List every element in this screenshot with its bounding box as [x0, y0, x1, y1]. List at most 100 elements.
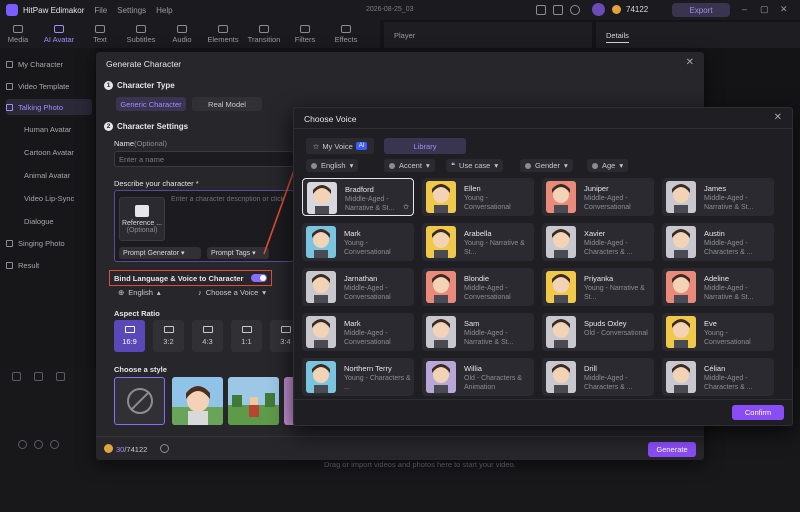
- tab-transition[interactable]: Transition: [246, 20, 282, 48]
- sidebar-item-singing-photo[interactable]: Singing Photo: [6, 235, 92, 251]
- voice-select[interactable]: ♪ Choose a Voice ▾: [198, 288, 266, 297]
- voice-card[interactable]: Célian Middle-Aged - Characters & ...: [662, 358, 774, 396]
- voice-card[interactable]: Priyanka Young - Narrative & St...: [542, 268, 654, 306]
- language-select[interactable]: ⊕ English ▴: [118, 288, 161, 297]
- no-style-icon: [126, 388, 153, 414]
- voice-card[interactable]: Xavier Middle-Aged - Characters & ...: [542, 223, 654, 261]
- monitor-icon[interactable]: [536, 5, 546, 15]
- voice-description: Young - Conversational: [344, 240, 391, 256]
- tab-filters[interactable]: Filters: [287, 20, 323, 48]
- filter-use-case[interactable]: ❝ Use case ▾: [446, 159, 504, 172]
- bind-voice-toggle[interactable]: [251, 274, 267, 282]
- elements-icon: [218, 24, 228, 33]
- refresh-icon[interactable]: [160, 444, 169, 453]
- prompt-generator-button[interactable]: Prompt Generator ▾: [119, 247, 201, 259]
- undo-icon[interactable]: [12, 372, 21, 381]
- confirm-button[interactable]: Confirm: [732, 405, 784, 420]
- favorite-star-icon[interactable]: ✩: [403, 203, 409, 211]
- voice-avatar: [666, 316, 696, 348]
- tab-my-voice[interactable]: ☆ My Voice AI: [306, 138, 374, 154]
- aspect-1-1-button[interactable]: 1:1: [231, 320, 262, 352]
- age-icon: [592, 162, 598, 169]
- generate-button[interactable]: Generate: [648, 442, 696, 457]
- tab-media[interactable]: Media: [0, 20, 36, 48]
- aspect-3-2-button[interactable]: 3:2: [153, 320, 184, 352]
- maximize-icon[interactable]: ▢: [760, 4, 769, 15]
- style-anime-option[interactable]: [172, 377, 223, 425]
- voice-card[interactable]: Ellen Young - Conversational: [422, 178, 534, 216]
- language-value: English: [128, 288, 153, 297]
- sidebar-item-my-character[interactable]: My Character: [6, 56, 92, 72]
- voice-card[interactable]: Spuds Oxley Old - Conversational: [542, 313, 654, 351]
- real-model-button[interactable]: Real Model: [192, 97, 262, 111]
- voice-card[interactable]: Austin Middle-Aged - Characters & ...: [662, 223, 774, 261]
- describe-textarea[interactable]: Reference ... (Optional) Enter a charact…: [114, 190, 294, 262]
- voice-card[interactable]: Mark Young - Conversational: [302, 223, 414, 261]
- tab-audio[interactable]: Audio: [164, 20, 200, 48]
- tab-library[interactable]: Library: [384, 138, 466, 154]
- close-icon[interactable]: ✕: [774, 112, 782, 123]
- details-tab[interactable]: Details: [606, 31, 629, 43]
- user-avatar[interactable]: [592, 3, 605, 16]
- aspect-16-9-button[interactable]: 16:9: [114, 320, 145, 352]
- voice-card[interactable]: Drill Middle-Aged - Characters & ...: [542, 358, 654, 396]
- voice-avatar: [666, 226, 696, 258]
- voice-card[interactable]: Willia Old - Characters & Animation: [422, 358, 534, 396]
- tab-effects[interactable]: Effects: [328, 20, 364, 48]
- voice-card[interactable]: Bradford Middle-Aged - Narrative & St... ✩: [302, 178, 414, 216]
- delete-icon[interactable]: [56, 372, 65, 381]
- sidebar-item-animal-avatar[interactable]: Animal Avatar: [24, 167, 92, 183]
- voice-card[interactable]: Arabella Young - Narrative & St...: [422, 223, 534, 261]
- tab-ai-avatar[interactable]: AI Avatar: [41, 20, 77, 48]
- sidebar-item-video-template[interactable]: Video Template: [6, 78, 92, 94]
- voice-card[interactable]: Jarnathan Middle-Aged - Conversational: [302, 268, 414, 306]
- text-icon: [95, 24, 105, 33]
- filter-accent[interactable]: Accent ▾: [384, 159, 435, 172]
- track-icon[interactable]: [18, 440, 27, 449]
- track-visibility-icon[interactable]: [34, 440, 43, 449]
- style-pixel-option[interactable]: [228, 377, 279, 425]
- voice-card[interactable]: Adeline Middle-Aged - Narrative & St...: [662, 268, 774, 306]
- voice-card[interactable]: Mark Middle-Aged - Conversational: [302, 313, 414, 351]
- menu-settings[interactable]: Settings: [117, 6, 146, 15]
- layout-icon[interactable]: [553, 5, 563, 15]
- sidebar-item-human-avatar[interactable]: Human Avatar: [24, 121, 92, 137]
- sidebar-item-result[interactable]: Result: [6, 257, 92, 273]
- voice-card[interactable]: Sam Middle-Aged - Narrative & St...: [422, 313, 534, 351]
- voice-card[interactable]: Eve Young - Conversational: [662, 313, 774, 351]
- sidebar-item-dialogue[interactable]: Dialogue: [24, 213, 92, 229]
- style-none-option[interactable]: [114, 377, 165, 425]
- filter-age[interactable]: Age ▾: [587, 159, 629, 172]
- tab-elements[interactable]: Elements: [205, 20, 241, 48]
- voice-card[interactable]: Blondie Middle-Aged - Conversational: [422, 268, 534, 306]
- voice-description: Young - Narrative & St...: [464, 240, 525, 256]
- name-input[interactable]: Enter a name: [114, 151, 294, 167]
- close-window-icon[interactable]: ✕: [780, 4, 788, 15]
- aspect-4-3-button[interactable]: 4:3: [192, 320, 223, 352]
- generic-character-button[interactable]: Generic Character: [116, 97, 186, 111]
- tab-subtitles[interactable]: Subtitles: [123, 20, 159, 48]
- button-label: Generate: [656, 445, 688, 454]
- menu-file[interactable]: File: [94, 6, 107, 15]
- redo-icon[interactable]: [34, 372, 43, 381]
- prompt-tags-button[interactable]: Prompt Tags ▾: [207, 247, 269, 259]
- voice-card[interactable]: James Middle-Aged - Narrative & St...: [662, 178, 774, 216]
- tab-text[interactable]: Text: [82, 20, 118, 48]
- filter-gender[interactable]: Gender ▾: [520, 159, 573, 172]
- voice-card[interactable]: Juniper Middle-Aged - Conversational: [542, 178, 654, 216]
- sidebar-item-cartoon-avatar[interactable]: Cartoon Avatar: [24, 144, 92, 160]
- sidebar-item-talking-photo[interactable]: Talking Photo: [6, 99, 92, 115]
- reference-image-upload[interactable]: Reference ... (Optional): [119, 197, 165, 241]
- subtitles-icon: [136, 24, 146, 33]
- voice-name: Eve: [704, 319, 717, 328]
- filter-language[interactable]: English ▾: [306, 159, 359, 172]
- close-icon[interactable]: ✕: [686, 57, 694, 68]
- menu-help[interactable]: Help: [156, 6, 172, 15]
- sidebar-item-video-lip-sync[interactable]: Video Lip-Sync: [24, 190, 92, 206]
- voice-card[interactable]: Northern Terry Young - Characters & ...: [302, 358, 414, 396]
- download-icon[interactable]: [570, 5, 580, 15]
- export-button[interactable]: Export: [672, 3, 730, 17]
- track-audio-icon[interactable]: [50, 440, 59, 449]
- minimize-icon[interactable]: –: [742, 4, 747, 14]
- tab-label: Transition: [247, 34, 281, 44]
